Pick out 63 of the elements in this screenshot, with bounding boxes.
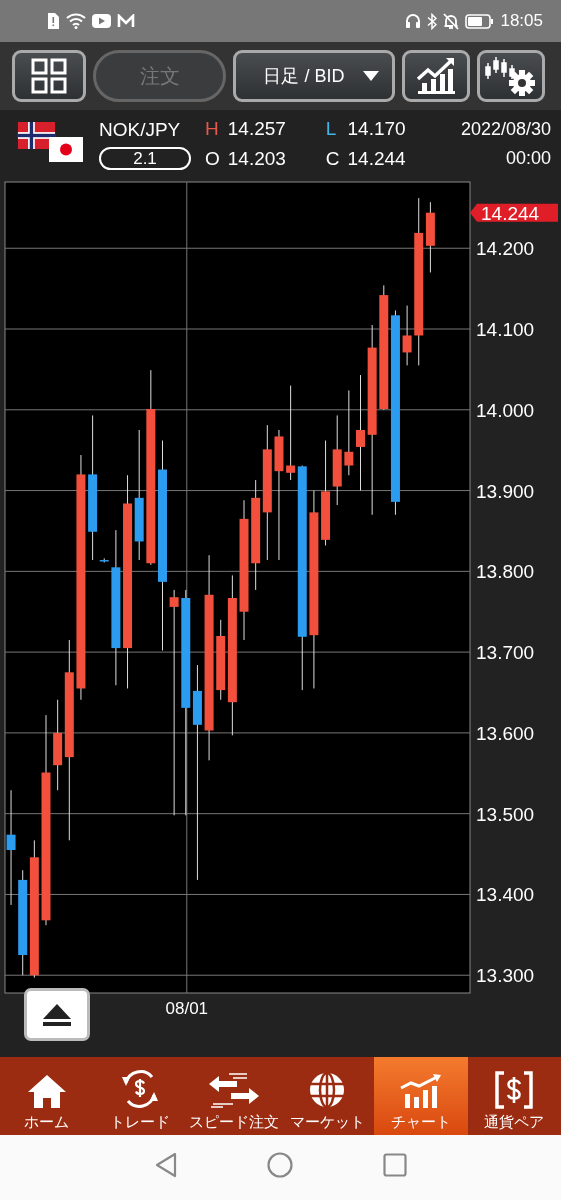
candlestick-gear-icon — [484, 55, 538, 97]
nav-tab[interactable]: ホーム — [0, 1057, 94, 1135]
price-axis-label: 14.100 — [476, 319, 535, 340]
recents-icon — [382, 1152, 407, 1177]
wifi-icon — [66, 13, 86, 29]
chart-type-button[interactable] — [402, 50, 470, 102]
price-axis-label: 13.400 — [476, 884, 535, 906]
home-circle-icon — [266, 1151, 293, 1178]
timeframe-dropdown[interactable]: 日足 / BID — [233, 50, 395, 102]
price-axis-label: 13.900 — [476, 480, 535, 502]
nav-tab[interactable]: マーケット — [280, 1057, 374, 1135]
eject-button[interactable] — [24, 988, 90, 1041]
price-axis-label: 13.700 — [476, 642, 535, 664]
sim-alert-icon — [46, 12, 60, 30]
price-axis-label: 13.800 — [476, 561, 535, 583]
currency-pair: NOK/JPY — [99, 118, 181, 141]
rising-bar-chart-icon — [398, 1073, 443, 1109]
open-label: O — [205, 148, 220, 170]
headphones-icon — [405, 13, 422, 29]
mail-icon — [117, 14, 135, 28]
high-label: H — [205, 118, 220, 140]
play-icon — [92, 14, 111, 28]
japan-flag-icon — [49, 137, 83, 162]
current-price-tag: 14.244 — [470, 202, 558, 224]
home-button[interactable] — [266, 1151, 293, 1178]
date-axis-label: 08/01 — [165, 999, 209, 1018]
low-price: 14.170 — [347, 118, 407, 140]
bluetooth-icon — [427, 12, 438, 30]
nav-tab[interactable]: チャート — [374, 1057, 468, 1135]
caret-icon — [362, 71, 379, 81]
dollar-frame-icon — [495, 1071, 534, 1109]
candlestick — [402, 305, 412, 366]
nav-tab[interactable]: トレード — [93, 1057, 187, 1135]
spread-value: 2.1 — [99, 146, 191, 170]
back-icon — [154, 1151, 177, 1178]
price-axis-label: 13.500 — [476, 803, 535, 825]
eject-icon — [42, 1002, 72, 1027]
price-axis-label: 14.200 — [476, 238, 535, 260]
price-axis-label: 14.000 — [476, 399, 535, 421]
globe-icon — [308, 1071, 347, 1109]
quote-date: 2022/08/30 — [460, 119, 551, 140]
chart-settings-button[interactable] — [477, 50, 545, 102]
open-price: 14.203 — [227, 148, 287, 170]
price-axis-label: 13.600 — [476, 722, 535, 744]
nav-tab[interactable]: スピード注文 — [187, 1057, 281, 1135]
grid-menu-button[interactable] — [12, 50, 86, 102]
nav-tab[interactable]: 通貨ペア — [467, 1057, 561, 1135]
home-icon — [26, 1073, 67, 1109]
back-button[interactable] — [154, 1151, 177, 1178]
dollar-exchange-icon — [120, 1069, 161, 1109]
high-price: 14.257 — [227, 118, 287, 140]
norway-flag-icon — [15, 122, 58, 149]
price-axis-label: 13.300 — [476, 965, 535, 987]
low-label: L — [325, 118, 338, 140]
close-label: C — [325, 148, 340, 170]
rising-bar-chart-icon — [416, 57, 456, 95]
close-price: 14.244 — [347, 148, 407, 170]
quote-time: 00:00 — [505, 148, 551, 169]
grid-icon — [31, 58, 67, 94]
battery-icon — [465, 13, 495, 29]
clock-time: 18:05 — [500, 11, 543, 31]
recents-button[interactable] — [382, 1152, 407, 1177]
bell-off-icon — [443, 12, 460, 30]
